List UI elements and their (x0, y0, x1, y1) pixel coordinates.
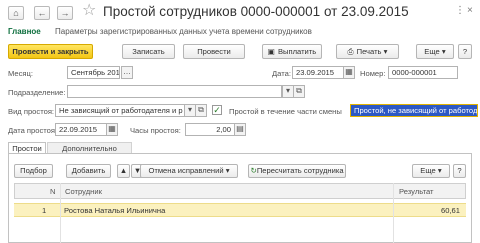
print-label: Печать (356, 47, 382, 56)
column-header-employee: Сотрудник (65, 187, 102, 196)
chevron-down-icon: ▾ (187, 105, 192, 114)
number-label: Номер: (360, 69, 386, 78)
more-button[interactable]: Еще ▾ (416, 44, 454, 59)
home-button[interactable]: ⌂ (8, 6, 24, 20)
help-button[interactable]: ? (458, 44, 472, 59)
chevron-down-icon: ▾ (285, 86, 290, 95)
close-icon[interactable]: × (467, 5, 473, 16)
downtime-type-open-button[interactable]: ⧉ (195, 104, 207, 117)
help-label: ? (457, 166, 462, 175)
department-open-button[interactable]: ⧉ (293, 85, 305, 98)
downtime-date-label: Дата простоя: (8, 126, 58, 135)
date-field[interactable]: 23.09.2015 (292, 66, 344, 79)
menu-icon[interactable]: ⋮ (455, 5, 465, 16)
checkmark-icon: ✓ (213, 105, 221, 115)
row-result: 60,61 (440, 206, 460, 215)
chevron-down-icon: ▾ (437, 166, 442, 175)
downtime-date-field[interactable]: 22.09.2015 (55, 123, 107, 136)
pay-button[interactable]: ▣ Выплатить (262, 44, 322, 59)
ellipsis-icon: … (123, 67, 131, 76)
row-employee: Ростова Наталья Ильинична (64, 206, 166, 215)
move-up-button[interactable]: ▲ (117, 164, 130, 178)
table-more-button[interactable]: Еще ▾ (412, 164, 450, 178)
chevron-down-icon: ▾ (225, 166, 230, 175)
row-number: 1 (42, 206, 47, 215)
forward-arrow-icon: → (60, 8, 70, 18)
open-icon: ⧉ (198, 105, 204, 114)
back-arrow-icon: ← (37, 8, 47, 18)
month-label: Месяц: (8, 69, 34, 78)
favorite-star-icon[interactable]: ☆ (82, 2, 96, 20)
add-button[interactable]: Добавить (66, 164, 111, 178)
month-picker-button[interactable]: … (121, 66, 133, 79)
table-row[interactable]: 1 Ростова Наталья Ильинична 60,61 (14, 203, 466, 217)
cancel-fixes-button[interactable]: Отмена исправлений ▾ (140, 164, 238, 178)
calendar-button[interactable]: ▦ (343, 66, 355, 79)
more-label: Еще (424, 47, 440, 56)
department-field[interactable] (67, 85, 282, 98)
downtime-calendar-button[interactable]: ▦ (106, 123, 118, 136)
save-button[interactable]: Записать (122, 44, 175, 59)
hours-label: Часы простоя: (130, 126, 181, 135)
column-header-result: Результат (399, 187, 434, 196)
post-and-close-button[interactable]: Провести и закрыть (8, 44, 93, 59)
column-header-n: N (50, 187, 56, 196)
downtime-description-field[interactable]: Простой, не зависящий от работодат (350, 104, 478, 117)
cancel-fixes-label: Отмена исправлений (148, 166, 224, 175)
back-button[interactable]: ← (34, 6, 50, 20)
open-icon: ⧉ (296, 86, 302, 95)
pay-icon: ▣ (267, 47, 275, 56)
select-button[interactable]: Подбор (14, 164, 53, 178)
pay-label: Выплатить (277, 47, 317, 56)
part-shift-checkbox[interactable]: ✓ (212, 105, 222, 115)
arrow-up-icon: ▲ (119, 166, 128, 175)
chevron-down-icon: ▾ (383, 47, 388, 56)
printer-icon: ⎙ (347, 47, 354, 56)
number-field[interactable]: 0000-000001 (388, 66, 458, 79)
calendar-icon: ▦ (108, 124, 116, 133)
tab-main[interactable]: Главное (8, 27, 41, 36)
downtime-type-label: Вид простоя: (8, 107, 55, 116)
part-shift-label: Простой в течение части смены (229, 107, 342, 116)
table-header: N Сотрудник Результат (14, 183, 466, 199)
table-help-button[interactable]: ? (453, 164, 466, 178)
hours-calc-button[interactable]: ▤ (234, 123, 246, 136)
month-field[interactable]: Сентябрь 2015 (67, 66, 120, 79)
recalc-label: Пересчитать сотрудника (256, 166, 344, 175)
home-icon: ⌂ (13, 8, 19, 18)
table-more-label: Еще (420, 166, 436, 175)
calendar-icon: ▦ (345, 67, 353, 76)
calculator-icon: ▤ (236, 124, 244, 133)
page-title: Простой сотрудников 0000-000001 от 23.09… (103, 4, 409, 19)
column-divider (393, 183, 394, 243)
downtime-type-field[interactable]: Не зависящий от работодателя и р (55, 104, 185, 117)
recalc-employee-button[interactable]: ↻Пересчитать сотрудника (248, 164, 346, 178)
date-label: Дата: (272, 69, 291, 78)
print-button[interactable]: ⎙ Печать ▾ (336, 44, 399, 59)
chevron-down-icon: ▾ (441, 47, 446, 56)
forward-button[interactable]: → (57, 6, 73, 20)
hours-field[interactable]: 2,00 (185, 123, 235, 136)
link-registered-data[interactable]: Параметры зарегистрированных данных учет… (55, 27, 312, 36)
post-button[interactable]: Провести (183, 44, 245, 59)
department-label: Подразделение: (8, 88, 66, 97)
column-divider (60, 183, 61, 243)
